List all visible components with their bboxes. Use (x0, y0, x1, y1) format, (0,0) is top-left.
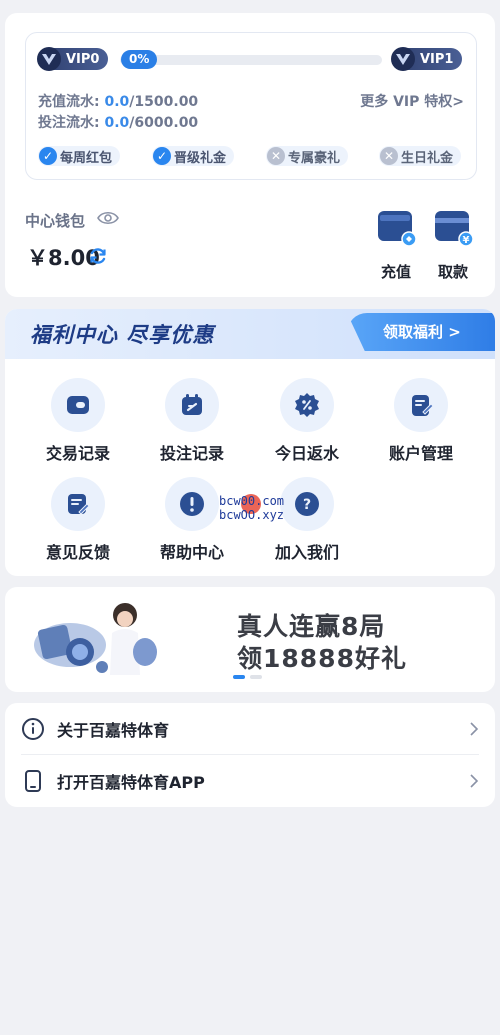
exclamation-icon (180, 492, 204, 516)
promo-line-2: 领18888好礼 (237, 644, 407, 673)
edit-document-icon (412, 395, 434, 416)
vip-progress-panel: VIP0 0% VIP1 充值流水: 0.0/1500.00 投注流水: 0.0… (25, 32, 477, 180)
check-icon: ✓ (153, 147, 171, 165)
question-icon: ? (295, 492, 319, 516)
more-vip-privileges-link[interactable]: 更多 VIP 特权> (360, 91, 464, 111)
next-vip-badge: VIP1 (391, 47, 462, 71)
welfare-title: 福利中心 尽享优惠 (30, 323, 215, 347)
calendar-icon (182, 394, 202, 415)
wallet-deposit-icon (378, 211, 417, 247)
check-icon: ✓ (39, 147, 57, 165)
about-link[interactable]: 关于百嘉特体育 (21, 703, 479, 755)
cross-icon: ✕ (267, 147, 285, 165)
carousel-dot[interactable] (250, 675, 262, 679)
deposit-button[interactable]: 充值 (374, 209, 418, 282)
promo-banner[interactable]: 真人连赢8局 领18888好礼 (5, 587, 495, 692)
phone-icon (25, 770, 41, 792)
watermark-text: bcw00.com bcwOO.xyz (219, 494, 285, 522)
perk-weekly-red-envelope[interactable]: ✓ 每周红包 (38, 146, 121, 166)
perk-exclusive-gift[interactable]: ✕ 专属豪礼 (266, 146, 349, 166)
info-icon (22, 718, 44, 740)
chevron-right-icon (470, 774, 479, 788)
open-app-link[interactable]: 打开百嘉特体育APP (21, 755, 479, 807)
carousel-dot[interactable] (233, 675, 245, 679)
welfare-center-card: 福利中心 尽享优惠 领取福利 > 交易记录 投注记录 今日返水 账户管理 意见反… (5, 309, 495, 576)
svg-text:?: ? (303, 497, 311, 513)
withdraw-button[interactable]: ¥ 取款 (431, 209, 475, 282)
grid-item-daily-rebate[interactable]: 今日返水 (252, 378, 362, 464)
claim-welfare-button[interactable]: 领取福利 > (347, 313, 495, 351)
refresh-icon[interactable] (88, 246, 108, 266)
feedback-icon (68, 494, 90, 515)
perk-birthday-bonus[interactable]: ✕ 生日礼金 (379, 146, 462, 166)
card-withdraw-icon: ¥ (435, 211, 474, 247)
chevron-right-icon (470, 722, 479, 736)
grid-item-account-management[interactable]: 账户管理 (366, 378, 476, 464)
eye-icon[interactable] (97, 209, 119, 227)
bet-flow: 投注流水: 0.0/6000.00 (38, 115, 199, 131)
current-vip-label: VIP0 (66, 51, 100, 67)
links-card: 关于百嘉特体育 打开百嘉特体育APP (5, 703, 495, 807)
cross-icon: ✕ (380, 147, 398, 165)
wallet-label: 中心钱包 (25, 212, 86, 230)
percent-badge-icon (295, 393, 319, 417)
vip-progress-label: 0% (121, 50, 158, 69)
promo-line-1: 真人连赢8局 (237, 612, 386, 641)
current-vip-badge: VIP0 (37, 47, 108, 71)
carousel-indicator (233, 675, 262, 679)
perk-promotion-bonus[interactable]: ✓ 晋级礼金 (152, 146, 235, 166)
vip-wallet-card: VIP0 0% VIP1 充值流水: 0.0/1500.00 投注流水: 0.0… (5, 13, 495, 297)
grid-item-feedback[interactable]: 意见反馈 (23, 477, 133, 563)
deposit-flow: 充值流水: 0.0/1500.00 (38, 94, 199, 110)
svg-text:¥: ¥ (463, 235, 470, 246)
wallet-icon (67, 396, 89, 414)
vip-shield-icon (391, 47, 415, 71)
promo-illustration (34, 603, 157, 675)
grid-item-transaction-records[interactable]: 交易记录 (23, 378, 133, 464)
next-vip-label: VIP1 (420, 51, 454, 67)
vip-progress-bar (120, 55, 382, 65)
grid-item-bet-records[interactable]: 投注记录 (137, 378, 247, 464)
vip-shield-icon (37, 47, 61, 71)
